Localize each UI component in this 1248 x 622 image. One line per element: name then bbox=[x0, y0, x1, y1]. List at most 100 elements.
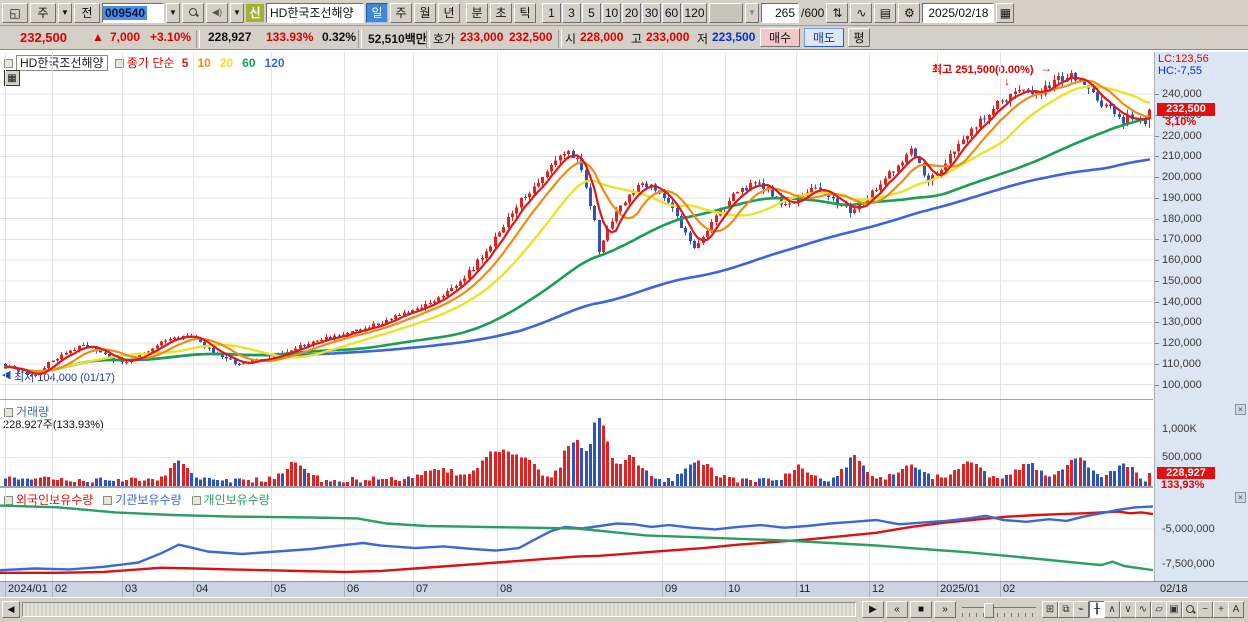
date-label-2025/01: 2025/01 bbox=[940, 583, 980, 595]
sell-button[interactable]: 매도 bbox=[804, 28, 844, 47]
pan-left-button[interactable]: ◀ bbox=[2, 601, 20, 618]
stock-code-field[interactable]: 009540 bbox=[102, 2, 164, 23]
minute-button-120[interactable]: 120 bbox=[682, 2, 707, 23]
change-arrow-icon: ▲ bbox=[92, 30, 104, 44]
date-field[interactable]: 2025/02/18 bbox=[922, 2, 995, 23]
bid-price: 232,500 bbox=[509, 30, 553, 44]
zoom-chart-icon[interactable] bbox=[1182, 601, 1198, 618]
bottom-toolbar: ◀ ▶ «■» ⊞ ⧉ ⌁ ╂ ∧ ∨ ∿ ▱ ▣ − + A bbox=[0, 597, 1248, 622]
price-tick-240000: 240,000 bbox=[1162, 88, 1202, 100]
chart-plus-icon: ∿ bbox=[856, 5, 867, 20]
price-tick-100000: 100,000 bbox=[1162, 379, 1202, 391]
date-label-02: 02 bbox=[1003, 583, 1016, 595]
volume-pane[interactable] bbox=[0, 400, 1153, 488]
add-grid-icon[interactable]: ⊞ bbox=[1042, 601, 1058, 618]
peak-tool-icon[interactable]: ∧ bbox=[1104, 601, 1120, 618]
avg-button[interactable]: 평 bbox=[848, 28, 870, 47]
dotted-line-icon[interactable]: ⌁ bbox=[1073, 601, 1089, 618]
volume-badge-pct: 133,93% bbox=[1161, 479, 1205, 491]
empty-combo[interactable] bbox=[709, 2, 743, 23]
trendline-tool-icon[interactable]: ╂ bbox=[1089, 601, 1105, 618]
price-tick-110000: 110,000 bbox=[1162, 358, 1201, 370]
axis-tick-line bbox=[1155, 239, 1159, 240]
forward-button[interactable]: » bbox=[934, 601, 956, 618]
tab-분[interactable]: 분 bbox=[466, 2, 488, 23]
tab-period-년[interactable]: 년 bbox=[438, 2, 460, 23]
holdings-tick-b: -7,500,000 bbox=[1162, 558, 1215, 570]
minute-button-30[interactable]: 30 bbox=[642, 2, 661, 23]
volume-badge: 228,927 bbox=[1157, 467, 1215, 479]
low-label: 저 bbox=[697, 32, 709, 46]
save-disk-icon: ▤ bbox=[879, 5, 892, 20]
hc-label: HC:-7,55 bbox=[1158, 65, 1203, 77]
candle-count-input[interactable]: 265 bbox=[761, 2, 799, 23]
axis-tick-line bbox=[1155, 219, 1159, 220]
axis-tick-line bbox=[1155, 94, 1159, 95]
code-dropdown-arrow[interactable]: ▼ bbox=[166, 2, 180, 23]
week-combo[interactable]: 주 bbox=[30, 2, 56, 23]
sound-dropdown-arrow[interactable]: ▼ bbox=[230, 2, 244, 23]
smaller-button[interactable]: − bbox=[1197, 601, 1213, 618]
shape-tool-icon[interactable]: ▱ bbox=[1151, 601, 1167, 618]
prev-button[interactable]: 전 bbox=[74, 2, 100, 23]
rewind-button[interactable]: « bbox=[886, 601, 908, 618]
save-button[interactable]: ▤ bbox=[874, 2, 897, 23]
holdings-pane[interactable] bbox=[0, 488, 1153, 581]
minute-button-10[interactable]: 10 bbox=[602, 2, 621, 23]
holdings-pane-close-button[interactable]: × bbox=[1235, 492, 1246, 503]
axis-tick-line bbox=[1155, 343, 1159, 344]
tab-틱[interactable]: 틱 bbox=[514, 2, 536, 23]
date-label-03: 03 bbox=[125, 583, 138, 595]
date-label-2024/01: 2024/01 bbox=[8, 583, 48, 595]
minute-button-20[interactable]: 20 bbox=[622, 2, 641, 23]
font-button[interactable]: A bbox=[1228, 601, 1244, 618]
price-tick-140000: 140,000 bbox=[1162, 296, 1202, 308]
export-image-icon[interactable]: ▣ bbox=[1166, 601, 1182, 618]
tab-period-일[interactable]: 일 bbox=[366, 2, 388, 23]
date-axis[interactable]: 02/18 2024/01 02 03 04 05 06 07 08 09 10 11 12 2025/… bbox=[0, 581, 1248, 597]
stock-name-field[interactable]: HD한국조선해양 bbox=[266, 2, 364, 23]
minute-button-1[interactable]: 1 bbox=[542, 2, 561, 23]
settings-button[interactable]: ⚙ bbox=[898, 2, 921, 23]
date-tick-line bbox=[122, 582, 123, 597]
tab-초[interactable]: 초 bbox=[490, 2, 512, 23]
price-pane[interactable] bbox=[0, 52, 1153, 400]
trough-tool-icon[interactable]: ∨ bbox=[1120, 601, 1136, 618]
chart-window-button[interactable]: ◱ bbox=[2, 2, 28, 23]
tab-period-월[interactable]: 월 bbox=[414, 2, 436, 23]
price-axis-column[interactable]: LC:123,56 HC:-7,55 240,000230,000220,000… bbox=[1154, 52, 1248, 581]
date-tick-line bbox=[937, 582, 938, 597]
minute-button-5[interactable]: 5 bbox=[582, 2, 601, 23]
volume-pane-close-button[interactable]: × bbox=[1235, 404, 1246, 415]
price-tick-190000: 190,000 bbox=[1162, 192, 1202, 204]
search-button[interactable] bbox=[182, 2, 204, 23]
minute-button-3[interactable]: 3 bbox=[562, 2, 581, 23]
play-button[interactable]: ▶ bbox=[862, 601, 884, 618]
price-tick-120000: 120,000 bbox=[1162, 337, 1202, 349]
compare-arrows-icon: ⇅ bbox=[832, 5, 843, 20]
zoom-slider[interactable] bbox=[962, 603, 1036, 618]
stop-button[interactable]: ■ bbox=[910, 601, 932, 618]
search-icon bbox=[188, 8, 198, 17]
stock-code-input[interactable]: 009540 bbox=[103, 5, 148, 20]
calendar-button[interactable]: ▦ bbox=[996, 2, 1015, 23]
minute-button-60[interactable]: 60 bbox=[662, 2, 681, 23]
date-label-07: 07 bbox=[416, 583, 429, 595]
larger-button[interactable]: + bbox=[1213, 601, 1229, 618]
wave-tool-icon[interactable]: ∿ bbox=[1135, 601, 1151, 618]
date-label-10: 10 bbox=[728, 583, 741, 595]
chart-area[interactable]: HD한국조선해양 종가 단순 5 10 20 60 120 ▦ 최고 251,500(0… bbox=[0, 50, 1248, 597]
price-tick-180000: 180,000 bbox=[1162, 213, 1202, 225]
buy-button[interactable]: 매수 bbox=[760, 28, 800, 47]
low-price: 223,500 bbox=[712, 30, 756, 44]
axis-tick-line bbox=[1155, 364, 1159, 365]
sound-button[interactable]: ◀) bbox=[206, 2, 228, 23]
compare-button[interactable]: ⇅ bbox=[826, 2, 849, 23]
week-combo-arrow[interactable]: ▼ bbox=[58, 2, 72, 23]
empty-combo-arrow[interactable]: ▼ bbox=[745, 2, 759, 23]
chart-scrollbar[interactable] bbox=[22, 602, 856, 617]
add-indicator-button[interactable]: ∿ bbox=[850, 2, 873, 23]
tab-period-주[interactable]: 주 bbox=[390, 2, 412, 23]
duplicate-chart-icon[interactable]: ⧉ bbox=[1058, 601, 1074, 618]
zoom-slider-thumb[interactable] bbox=[984, 603, 994, 618]
